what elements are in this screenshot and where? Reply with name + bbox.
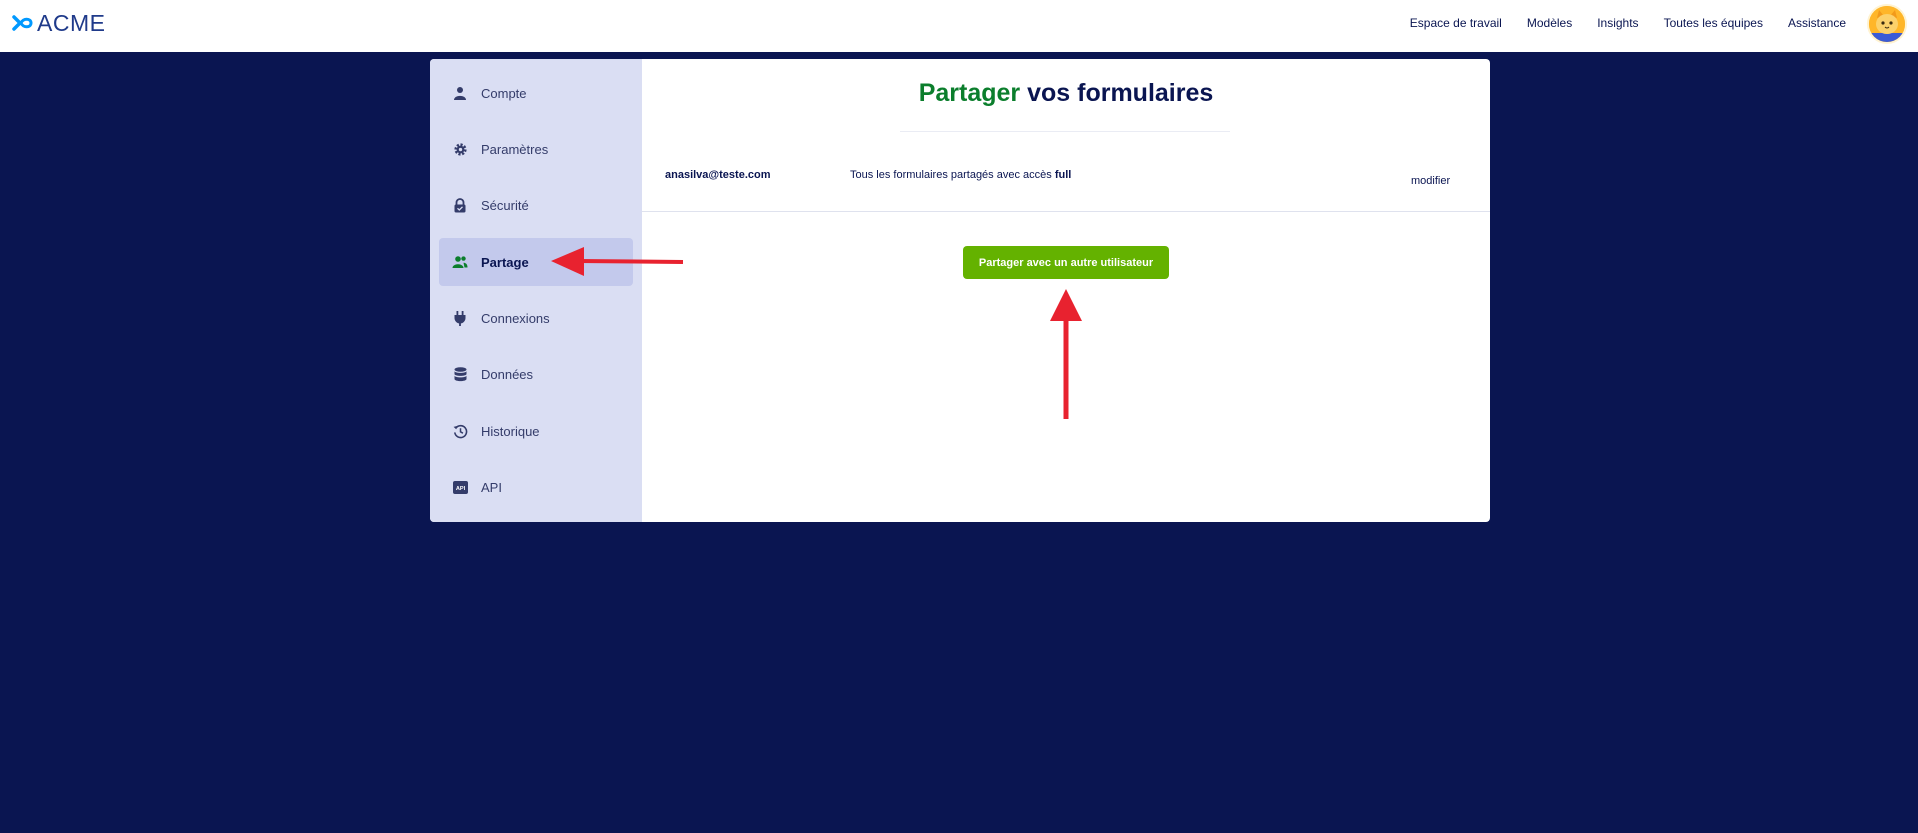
logo-icon (12, 15, 33, 31)
sidebar-item-data[interactable]: Données (439, 350, 633, 398)
sidebar-item-label: Connexions (481, 310, 550, 326)
sidebar-item-account[interactable]: Compte (439, 69, 633, 117)
settings-panel: Compte Paramètres Sécurité Partage Conne (430, 59, 1490, 522)
shared-user-email: anasilva@teste.com (665, 169, 771, 181)
page-title: Partager vos formulaires (642, 79, 1490, 108)
share-with-user-button[interactable]: Partager avec un autre utilisateur (963, 246, 1169, 279)
sidebar-item-security[interactable]: Sécurité (439, 181, 633, 229)
nav-workspace[interactable]: Espace de travail (1410, 16, 1502, 30)
nav-templates[interactable]: Modèles (1527, 16, 1572, 30)
sidebar-item-label: Compte (481, 85, 527, 101)
edit-share-link[interactable]: modifier (1411, 175, 1450, 187)
gear-icon (452, 141, 468, 157)
user-icon (452, 85, 468, 101)
sidebar-item-label: API (481, 479, 502, 495)
sidebar-item-label: Sécurité (481, 197, 529, 213)
access-level: full (1054, 169, 1072, 181)
nav-insights[interactable]: Insights (1597, 16, 1638, 30)
plug-icon (452, 310, 468, 326)
shared-access-description: Tous les formulaires partagés avec accès… (850, 169, 1071, 181)
user-avatar[interactable] (1867, 4, 1907, 44)
title-highlight: Partager (918, 79, 1021, 107)
sidebar-item-label: Paramètres (481, 141, 549, 157)
svg-text:API: API (455, 486, 465, 492)
api-icon: API (452, 479, 468, 495)
sidebar-item-sharing[interactable]: Partage (439, 238, 633, 286)
nav-assistance[interactable]: Assistance (1788, 16, 1846, 30)
sidebar-item-history[interactable]: Historique (439, 407, 633, 455)
users-icon (452, 254, 468, 270)
nav-all-teams[interactable]: Toutes les équipes (1664, 16, 1763, 30)
sidebar-item-label: Historique (481, 423, 540, 439)
sidebar-item-connections[interactable]: Connexions (439, 294, 633, 342)
row-divider (642, 211, 1490, 212)
access-text: Tous les formulaires partagés avec accès (850, 169, 1055, 181)
sidebar-item-label: Données (481, 366, 534, 382)
sidebar-item-label: Partage (481, 254, 529, 270)
database-icon (452, 366, 468, 382)
brand-name: ACME (37, 9, 106, 36)
sidebar-item-settings[interactable]: Paramètres (439, 125, 633, 173)
lock-icon (452, 197, 468, 213)
history-icon (452, 423, 468, 439)
sharing-content: Partager vos formulaires anasilva@teste.… (642, 59, 1490, 522)
title-rest: vos formulaires (1020, 79, 1214, 107)
top-bar: ACME Espace de travail Modèles Insights … (0, 0, 1918, 52)
title-divider (900, 131, 1230, 132)
brand-logo[interactable]: ACME (11, 10, 105, 36)
main-nav: Espace de travail Modèles Insights Toute… (1385, 0, 1846, 46)
settings-sidebar: Compte Paramètres Sécurité Partage Conne (430, 59, 642, 522)
cat-avatar-icon (1869, 6, 1905, 42)
sidebar-item-api[interactable]: API API (439, 463, 633, 511)
